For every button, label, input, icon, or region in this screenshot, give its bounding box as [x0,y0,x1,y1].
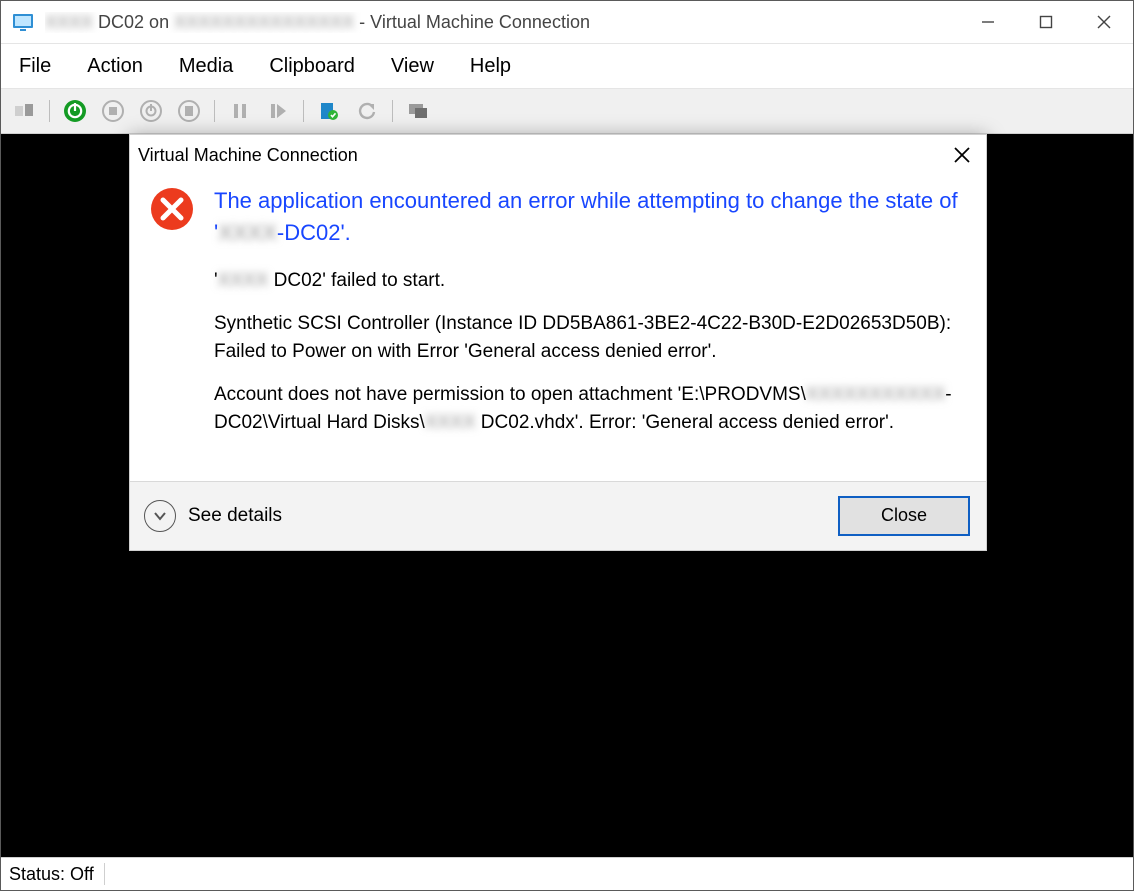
vm-display-area: Virtual Machine Connection The applicati… [1,134,1133,857]
error-dialog: Virtual Machine Connection The applicati… [129,134,987,551]
close-button-label: Close [881,505,927,526]
reset-icon[interactable] [261,94,295,128]
pause-icon[interactable] [223,94,257,128]
minimize-button[interactable] [959,1,1017,43]
dialog-message: The application encountered an error whi… [214,185,966,453]
maximize-button[interactable] [1017,1,1075,43]
dialog-line-permission: Account does not have permission to open… [214,381,966,436]
menu-clipboard[interactable]: Clipboard [269,55,355,78]
toolbar-separator [49,100,50,122]
menubar: File Action Media Clipboard View Help [1,44,1133,89]
chevron-down-icon [144,500,176,532]
checkpoint-icon[interactable] [312,94,346,128]
toolbar-separator [214,100,215,122]
dialog-line-scsi: Synthetic SCSI Controller (Instance ID D… [214,310,966,365]
dialog-close-action-button[interactable]: Close [838,496,970,536]
window-close-button[interactable] [1075,1,1133,43]
menu-action[interactable]: Action [87,55,143,78]
dialog-titlebar: Virtual Machine Connection [130,135,986,175]
dialog-footer: See details Close [130,481,986,550]
dialog-title-text: Virtual Machine Connection [138,145,358,166]
dialog-line-failed: 'XXXX DC02' failed to start. [214,267,966,295]
vmconnect-window: XXXX DC02 on XXXXXXXXXXXXXXX - Virtual M… [0,0,1134,891]
see-details-toggle[interactable]: See details [144,500,282,532]
turnoff-icon[interactable] [96,94,130,128]
close-icon [953,146,971,164]
shutdown-icon[interactable] [134,94,168,128]
start-icon[interactable] [58,94,92,128]
statusbar-separator [104,863,105,885]
statusbar: Status: Off [1,857,1133,890]
save-icon[interactable] [172,94,206,128]
menu-media[interactable]: Media [179,55,233,78]
toolbar-separator [392,100,393,122]
toolbar-separator [303,100,304,122]
titlebar: XXXX DC02 on XXXXXXXXXXXXXXX - Virtual M… [1,1,1133,44]
status-text: Status: Off [9,864,94,885]
window-title: XXXX DC02 on XXXXXXXXXXXXXXX - Virtual M… [45,12,959,33]
menu-help[interactable]: Help [470,55,511,78]
revert-icon[interactable] [350,94,384,128]
dialog-body: The application encountered an error whi… [130,175,986,481]
error-icon [150,187,194,231]
enhanced-session-icon[interactable] [401,94,435,128]
ctrl-alt-del-icon[interactable] [7,94,41,128]
dialog-close-button[interactable] [948,141,976,169]
menu-view[interactable]: View [391,55,434,78]
window-controls [959,1,1133,43]
toolbar [1,89,1133,134]
vmconnect-app-icon [11,10,35,34]
menu-file[interactable]: File [19,55,51,78]
dialog-headline: The application encountered an error whi… [214,185,966,249]
see-details-label: See details [188,505,282,527]
